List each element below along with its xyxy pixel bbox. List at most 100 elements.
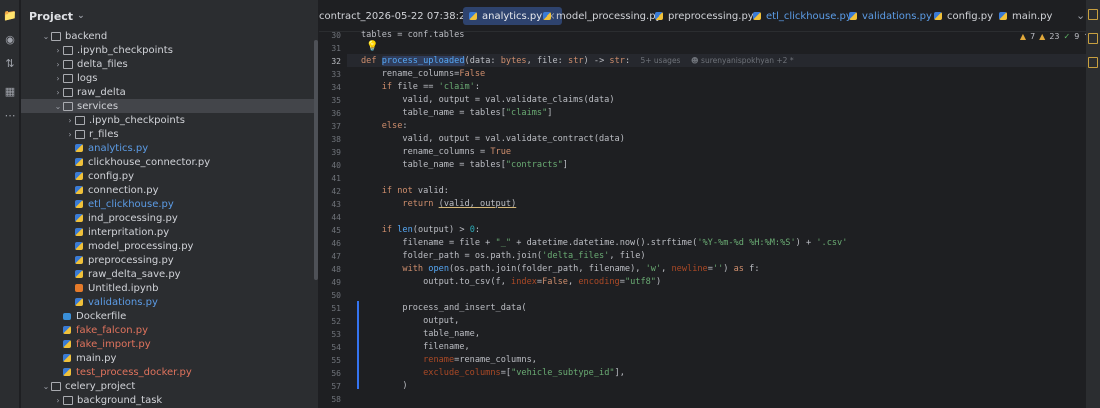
tree-file[interactable]: ind_processing.py xyxy=(21,211,318,225)
code-line[interactable]: filename = file + "_" + datetime.datetim… xyxy=(361,238,847,248)
commit-icon[interactable]: ◉ xyxy=(3,33,17,47)
code-line[interactable]: filename, xyxy=(361,342,470,352)
code-line[interactable]: table_name, xyxy=(361,329,480,339)
line-number: 56 xyxy=(331,369,341,378)
activity-bar: 📁 ◉ ⇅ ▦ ⋯ xyxy=(0,0,20,408)
chevron-right-icon[interactable]: › xyxy=(53,88,63,97)
line-number: 57 xyxy=(331,382,341,391)
tree-folder[interactable]: ⌄ celery_project xyxy=(21,379,318,393)
tree-file[interactable]: clickhouse_connector.py xyxy=(21,155,318,169)
ai-assistant-icon[interactable] xyxy=(1088,33,1098,44)
folder-icon xyxy=(63,45,73,55)
code-line[interactable]: exclude_columns=["vehicle_subtype_id"], xyxy=(361,368,625,378)
inspection-widget[interactable]: ▲7 ▲23 ✓9 ⌃ xyxy=(1020,32,1090,41)
chevron-right-icon[interactable]: › xyxy=(65,130,75,139)
chevron-right-icon[interactable]: › xyxy=(53,74,63,83)
right-tool-rail xyxy=(1086,0,1100,408)
tree-folder[interactable]: › raw_delta xyxy=(21,85,318,99)
chevron-right-icon[interactable]: › xyxy=(53,396,63,405)
tab-etl-clickhouse-py[interactable]: etl_clickhouse.py xyxy=(753,7,852,25)
tab-validations-py[interactable]: validations.py xyxy=(849,7,932,25)
code-line[interactable]: process_and_insert_data( xyxy=(361,303,526,313)
structure-icon[interactable]: ▦ xyxy=(3,85,17,99)
pull-requests-icon[interactable]: ⇅ xyxy=(3,57,17,71)
tree-file[interactable]: config.py xyxy=(21,169,318,183)
tab-config-py[interactable]: config.py xyxy=(934,7,993,25)
line-number: 51 xyxy=(331,304,341,313)
python-file-icon xyxy=(849,12,857,20)
code-line[interactable]: valid, output = val.validate_claims(data… xyxy=(361,95,614,105)
chevron-down-icon[interactable]: ⌄ xyxy=(41,32,51,41)
python-file-icon xyxy=(934,12,942,20)
line-number: 55 xyxy=(331,356,341,365)
tree-folder[interactable]: › background_task xyxy=(21,393,318,407)
folder-icon[interactable]: 📁 xyxy=(3,9,17,23)
project-header[interactable]: Project ⌄ xyxy=(21,0,318,32)
code-line[interactable]: else: xyxy=(361,121,408,131)
tree-file[interactable]: preprocessing.py xyxy=(21,253,318,267)
tab-label: model_processing.py xyxy=(556,10,662,22)
tree-file[interactable]: fake_falcon.py xyxy=(21,323,318,337)
tree-item-label: model_processing.py xyxy=(88,240,194,252)
tab-model-processing-py[interactable]: model_processing.py xyxy=(543,7,661,25)
code-line[interactable]: folder_path = os.path.join('delta_files'… xyxy=(361,251,645,261)
tree-item-label: Untitled.ipynb xyxy=(88,282,159,294)
code-line[interactable]: output, xyxy=(361,316,459,326)
python-file-icon xyxy=(75,256,83,264)
chevron-right-icon[interactable]: › xyxy=(65,116,75,125)
tree-folder[interactable]: › r_files xyxy=(21,127,318,141)
tree-file[interactable]: validations.py xyxy=(21,295,318,309)
more-icon[interactable]: ⋯ xyxy=(3,109,17,123)
lightbulb-icon[interactable]: 💡 xyxy=(366,41,378,52)
tree-file[interactable]: etl_clickhouse.py xyxy=(21,197,318,211)
code-line[interactable]: if not valid: xyxy=(361,186,449,196)
code-line[interactable]: if len(output) > 0: xyxy=(361,225,480,235)
code-line[interactable]: table_name = tables["claims"] xyxy=(361,108,552,118)
tree-folder[interactable]: › .ipynb_checkpoints xyxy=(21,113,318,127)
code-line[interactable]: with open(os.path.join(folder_path, file… xyxy=(361,264,759,274)
tab-preprocessing-py[interactable]: preprocessing.py xyxy=(655,7,754,25)
tree-file[interactable]: raw_delta_save.py xyxy=(21,267,318,281)
code-line[interactable]: if file == 'claim': xyxy=(361,82,480,92)
line-number: 40 xyxy=(331,161,341,170)
tab-main-py[interactable]: main.py xyxy=(999,7,1052,25)
code-line[interactable]: def process_uploaded(data: bytes, file: … xyxy=(361,56,794,66)
notifications-icon[interactable] xyxy=(1088,9,1098,20)
code-line[interactable]: return (valid, output) xyxy=(361,199,516,209)
more-tabs-icon[interactable]: ⌄ xyxy=(1076,9,1085,22)
code-line[interactable]: ) xyxy=(361,381,407,391)
code-line[interactable]: valid, output = val.validate_contract(da… xyxy=(361,134,624,144)
python-file-icon xyxy=(75,186,83,194)
tree-file[interactable]: analytics.py xyxy=(21,141,318,155)
tree-file[interactable]: test_process_docker.py xyxy=(21,365,318,379)
tab-label: config.py xyxy=(947,10,994,22)
chevron-right-icon[interactable]: › xyxy=(53,60,63,69)
code-line[interactable]: rename_columns = True xyxy=(361,147,511,157)
chevron-down-icon[interactable]: ⌄ xyxy=(41,382,51,391)
tree-file[interactable]: main.py xyxy=(21,351,318,365)
code-line[interactable]: output.to_csv(f, index=False, encoding="… xyxy=(361,277,661,287)
warning-icon: ▲ xyxy=(1019,32,1027,41)
tree-folder[interactable]: ⌄ backend xyxy=(21,29,318,43)
code-line[interactable]: rename_columns=False xyxy=(361,69,486,79)
code-line[interactable]: rename=rename_columns, xyxy=(361,355,537,365)
tree-item-label: Dockerfile xyxy=(76,310,127,322)
tree-file[interactable]: fake_import.py xyxy=(21,337,318,351)
tree-file[interactable]: connection.py xyxy=(21,183,318,197)
docker-file-icon xyxy=(63,312,71,320)
chevron-down-icon[interactable]: ⌄ xyxy=(53,102,63,111)
tree-folder[interactable]: › .ipynb_checkpoints xyxy=(21,43,318,57)
tree-scrollbar[interactable] xyxy=(314,40,318,280)
tree-folder[interactable]: ⌄ services xyxy=(21,99,318,113)
tree-file[interactable]: Untitled.ipynb xyxy=(21,281,318,295)
chevron-right-icon[interactable]: › xyxy=(53,46,63,55)
tree-file[interactable]: interpritation.py xyxy=(21,225,318,239)
database-icon[interactable] xyxy=(1088,57,1098,68)
tree-file[interactable]: Dockerfile xyxy=(21,309,318,323)
tree-file[interactable]: model_processing.py xyxy=(21,239,318,253)
code-line[interactable]: table_name = tables["contracts"] xyxy=(361,160,568,170)
line-number: 38 xyxy=(331,135,341,144)
tree-folder[interactable]: › delta_files xyxy=(21,57,318,71)
code-line[interactable]: tables = conf.tables xyxy=(361,30,464,40)
tree-folder[interactable]: › logs xyxy=(21,71,318,85)
